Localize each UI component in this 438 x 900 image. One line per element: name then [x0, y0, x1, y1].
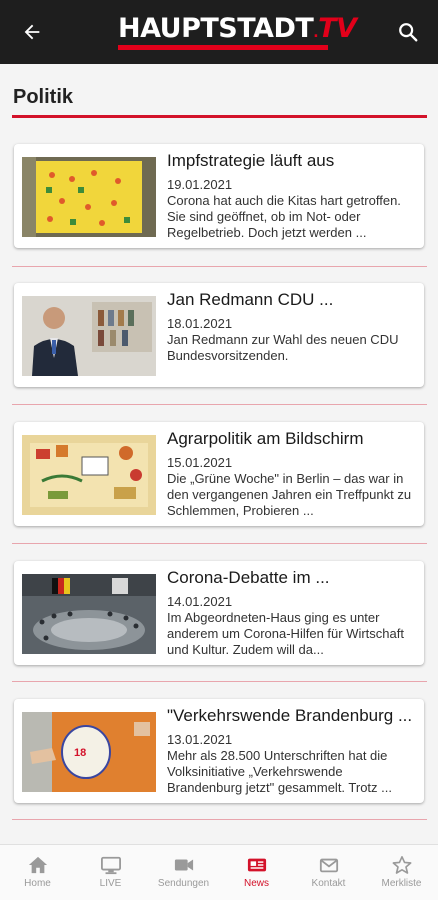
- article-card[interactable]: Jan Redmann CDU ... 18.01.2021 Jan Redma…: [14, 283, 424, 387]
- article-thumbnail: 18: [22, 712, 156, 792]
- article-separator: [12, 404, 427, 405]
- article-thumbnail: [22, 435, 156, 515]
- article-date: 14.01.2021: [167, 594, 233, 609]
- article-card[interactable]: 18 "Verkehrswende Brandenburg ... 13.01.…: [14, 699, 424, 803]
- nav-label: Kontakt: [311, 878, 346, 889]
- search-icon: [399, 23, 418, 42]
- nav-label: Home: [24, 878, 51, 889]
- article-date: 13.01.2021: [167, 732, 233, 747]
- article-title: Jan Redmann CDU ...: [167, 290, 334, 309]
- article-date: 18.01.2021: [167, 316, 233, 331]
- article-date: 19.01.2021: [167, 177, 233, 192]
- article-teaser: Im Abgeordneten-Haus ging es unter ander…: [167, 610, 404, 657]
- svg-text:18: 18: [74, 747, 86, 759]
- article-thumbnail: [22, 296, 156, 376]
- star-icon: [392, 856, 411, 874]
- section-divider: [12, 115, 427, 118]
- article-teaser: Mehr als 28.500 Unterschriften hat die V…: [167, 748, 392, 795]
- bottom-navigation: Home LIVE Sendungen News Kontakt Merklis…: [0, 844, 438, 900]
- article-teaser: Corona hat auch die Kitas hart getroffen…: [167, 193, 401, 240]
- nav-kontakt[interactable]: Kontakt: [292, 845, 365, 900]
- article-date: 15.01.2021: [167, 455, 233, 470]
- article-thumbnail: [22, 574, 156, 654]
- article-separator: [12, 543, 427, 544]
- article-teaser: Jan Redmann zur Wahl des neuen CDU Bunde…: [167, 332, 399, 363]
- nav-merkliste[interactable]: Merkliste: [365, 845, 438, 900]
- nav-label: Sendungen: [157, 878, 210, 889]
- search-button[interactable]: [394, 18, 422, 46]
- article-card[interactable]: Corona-Debatte im ... 14.01.2021 Im Abge…: [14, 561, 424, 665]
- logo-underline: [118, 45, 328, 50]
- home-icon: [28, 856, 47, 874]
- nav-label: Merkliste: [381, 878, 422, 889]
- nav-label: News: [243, 878, 269, 889]
- article-thumbnail: [22, 157, 156, 237]
- article-separator: [12, 819, 427, 820]
- section-title: Politik: [13, 86, 74, 108]
- nav-home[interactable]: Home: [1, 845, 74, 900]
- monitor-icon: [100, 856, 121, 875]
- arrow-left-icon: [24, 24, 40, 40]
- nav-sendungen[interactable]: Sendungen: [147, 845, 220, 900]
- article-card[interactable]: Agrarpolitik am Bildschirm 15.01.2021 Di…: [14, 422, 424, 526]
- hauptstadt-tv-logo[interactable]: HAUPTSTADT.TV: [118, 12, 357, 52]
- nav-live[interactable]: LIVE: [74, 845, 147, 900]
- nav-news[interactable]: News: [220, 845, 293, 900]
- app-header: HAUPTSTADT.TV: [0, 0, 438, 64]
- article-title: Corona-Debatte im ...: [167, 568, 330, 587]
- article-separator: [12, 266, 427, 267]
- nav-label: LIVE: [99, 878, 122, 889]
- article-card[interactable]: Impfstrategie läuft aus 19.01.2021 Coron…: [14, 144, 424, 248]
- back-button[interactable]: [18, 18, 46, 46]
- article-title: "Verkehrswende Brandenburg ...: [167, 706, 413, 725]
- article-separator: [12, 681, 427, 682]
- article-teaser: Die „Grüne Woche" in Berlin – das war in…: [167, 471, 412, 518]
- article-title: Impfstrategie läuft aus: [167, 151, 335, 170]
- video-camera-icon: [174, 859, 193, 871]
- newspaper-icon: [247, 858, 266, 872]
- mail-icon: [319, 858, 338, 873]
- article-title: Agrarpolitik am Bildschirm: [167, 429, 364, 448]
